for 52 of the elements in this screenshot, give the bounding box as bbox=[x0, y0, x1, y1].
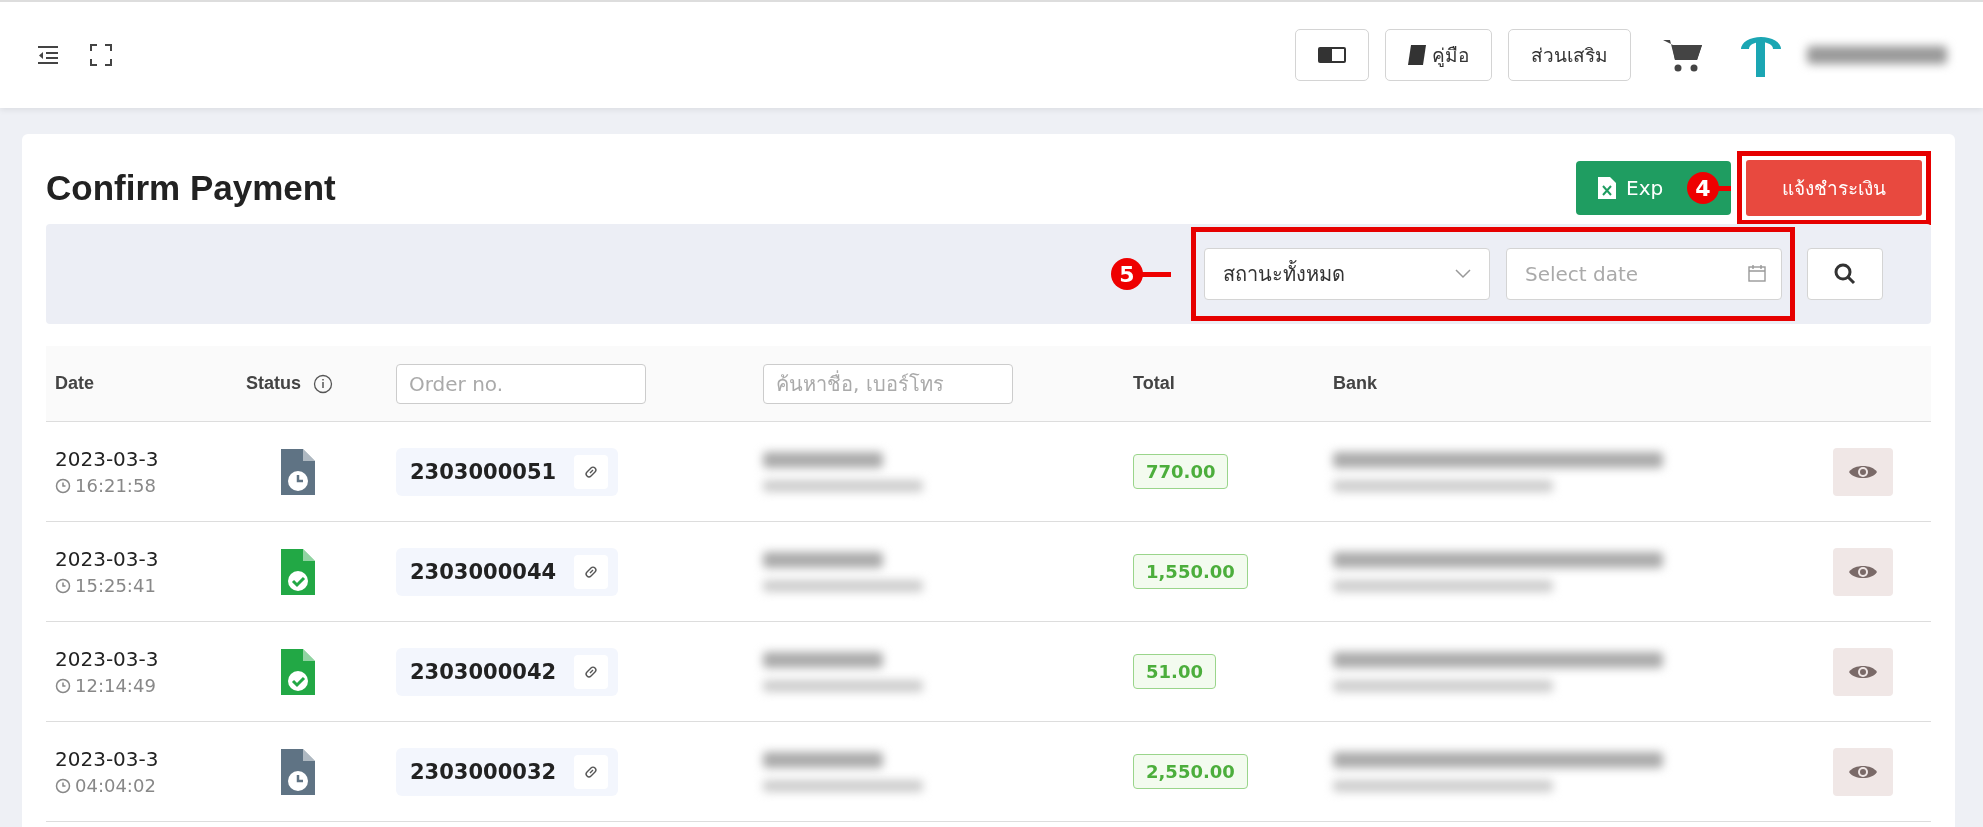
link-button[interactable] bbox=[574, 654, 609, 689]
order-number: 2303000051 bbox=[396, 447, 619, 496]
chevron-down-icon bbox=[1455, 269, 1471, 279]
view-button[interactable] bbox=[1833, 447, 1893, 496]
time-text: 16:21:58 bbox=[55, 475, 159, 496]
column-header: Bank bbox=[1333, 373, 1377, 394]
info-icon bbox=[313, 373, 333, 394]
clock-icon bbox=[55, 677, 71, 694]
clock-icon bbox=[55, 777, 71, 794]
order-number: 2303000044 bbox=[396, 547, 619, 596]
total-amount: 2,550.00 bbox=[1133, 754, 1248, 789]
column-header: Total bbox=[1133, 373, 1175, 394]
total-amount: 51.00 bbox=[1133, 654, 1216, 689]
date-text: 2023-03-3 bbox=[55, 547, 159, 571]
menu-collapse-icon[interactable] bbox=[36, 45, 60, 65]
book-icon bbox=[1408, 45, 1426, 65]
callout-number: 5 bbox=[1111, 258, 1143, 290]
notify-payment-button[interactable]: แจ้งชำระเงิน bbox=[1746, 160, 1922, 216]
cart-icon[interactable] bbox=[1663, 37, 1703, 73]
total-amount: 1,550.00 bbox=[1133, 554, 1248, 589]
view-button[interactable] bbox=[1833, 747, 1893, 796]
order-search-field[interactable]: Order no. bbox=[396, 363, 646, 404]
status-dropdown[interactable]: สถานะทั้งหมด bbox=[1204, 248, 1490, 300]
clock-icon bbox=[55, 477, 71, 494]
order-number: 2303000042 bbox=[396, 647, 619, 696]
time-text: 04:04:02 bbox=[55, 775, 159, 796]
search-icon bbox=[1834, 263, 1856, 285]
total-amount: 770.00 bbox=[1133, 454, 1229, 489]
date-field[interactable]: Select date bbox=[1506, 248, 1782, 300]
link-button[interactable] bbox=[574, 454, 609, 489]
time-text: 15:25:41 bbox=[55, 575, 159, 596]
order-number: 2303000032 bbox=[396, 747, 619, 796]
view-button[interactable] bbox=[1833, 547, 1893, 596]
translate-button[interactable] bbox=[1295, 29, 1369, 81]
view-button[interactable] bbox=[1833, 647, 1893, 696]
time-text: 12:14:49 bbox=[55, 675, 159, 696]
clock-icon bbox=[55, 577, 71, 594]
page-title: Confirm Payment bbox=[46, 168, 337, 208]
excel-icon bbox=[1598, 177, 1616, 199]
date-text: 2023-03-3 bbox=[55, 747, 159, 771]
addons-button[interactable]: ส่วนเสริม bbox=[1508, 29, 1631, 81]
date-text: 2023-03-3 bbox=[55, 447, 159, 471]
link-button[interactable] bbox=[574, 554, 609, 589]
fullscreen-icon[interactable] bbox=[90, 44, 112, 66]
search-button[interactable] bbox=[1807, 248, 1883, 300]
column-header: Status bbox=[246, 373, 301, 394]
column-header: Date bbox=[55, 373, 94, 394]
name-search-field[interactable]: ค้นหาชื่อ, เบอร์โทร bbox=[763, 363, 1013, 404]
link-button[interactable] bbox=[574, 754, 609, 789]
date-text: 2023-03-3 bbox=[55, 647, 159, 671]
calendar-icon bbox=[1748, 264, 1766, 282]
manual-button[interactable]: คู่มือ bbox=[1385, 29, 1492, 81]
